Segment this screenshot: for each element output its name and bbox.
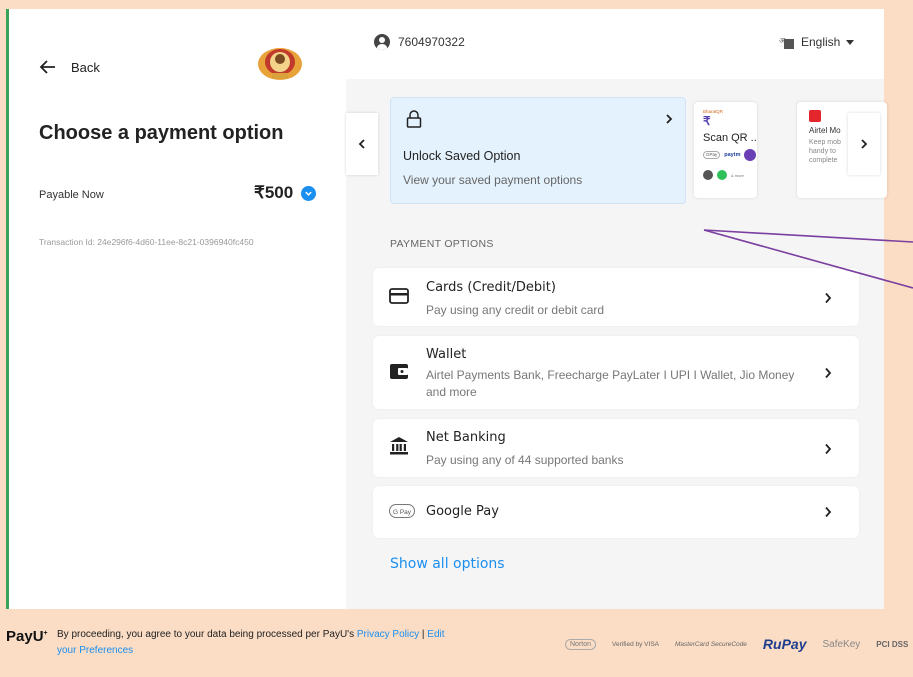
option-description: Airtel Payments Bank, Freecharge PayLate… bbox=[426, 368, 795, 399]
option-title: Wallet bbox=[426, 347, 467, 362]
security-badges: Norton Verified by VISA MasterCard Secur… bbox=[565, 636, 908, 652]
gpay-badge-text: G Pay bbox=[393, 509, 412, 516]
chevron-right-icon bbox=[825, 443, 832, 455]
arrow-left-icon bbox=[39, 60, 55, 74]
user-icon bbox=[374, 34, 390, 50]
payable-label: Payable Now bbox=[39, 189, 104, 201]
rupay-badge: RuPay bbox=[762, 636, 807, 652]
mastercard-securecode-badge: MasterCard SecureCode bbox=[675, 640, 747, 648]
airtel-logo-icon bbox=[809, 110, 821, 122]
unlock-saved-option-card[interactable]: Unlock Saved Option View your saved paym… bbox=[390, 97, 686, 204]
option-description: Pay using any of 44 supported banks bbox=[426, 453, 624, 467]
back-label: Back bbox=[71, 59, 100, 75]
unlock-title: Unlock Saved Option bbox=[403, 149, 521, 163]
chevron-right-icon bbox=[825, 506, 832, 518]
card-icon bbox=[389, 288, 409, 304]
option-title: Cards (Credit/Debit) bbox=[426, 280, 556, 295]
scan-qr-title: Scan QR ... bbox=[703, 132, 757, 144]
bank-icon bbox=[390, 437, 408, 455]
option-title: Google Pay bbox=[426, 504, 499, 519]
gpay-logo: GPay bbox=[703, 151, 721, 159]
bhim-icon bbox=[703, 170, 713, 180]
option-wallet[interactable]: Wallet Airtel Payments Bank, Freecharge … bbox=[373, 336, 859, 409]
payable-amount[interactable]: ₹500 bbox=[254, 183, 317, 203]
option-description: Pay using any credit or debit card bbox=[426, 303, 605, 317]
footer-consent: By proceeding, you agree to your data be… bbox=[57, 627, 457, 659]
option-net-banking[interactable]: Net Banking Pay using any of 44 supporte… bbox=[373, 419, 859, 477]
verified-by-visa-badge: Verified by VISA bbox=[612, 640, 659, 648]
chevron-left-icon bbox=[358, 139, 365, 149]
carousel-prev-button[interactable] bbox=[346, 113, 378, 175]
more-apps-label: & more bbox=[731, 172, 744, 178]
qr-rupee-icon: ₹ bbox=[703, 114, 711, 128]
whatsapp-icon bbox=[717, 170, 727, 180]
phonepe-icon bbox=[744, 149, 757, 161]
carousel-next-button[interactable] bbox=[848, 113, 880, 175]
payment-panel: 7604970322 अ English Unlock Saved Option… bbox=[346, 9, 887, 609]
gpay-icon: G Pay bbox=[389, 504, 415, 518]
wallet-icon bbox=[390, 364, 408, 379]
lock-icon bbox=[406, 110, 422, 128]
top-bar: 7604970322 अ English bbox=[346, 9, 884, 79]
language-selector[interactable]: अ English bbox=[779, 35, 855, 49]
merchant-logo bbox=[258, 48, 302, 80]
unlock-subtitle: View your saved payment options bbox=[403, 173, 583, 187]
show-all-options-link[interactable]: Show all options bbox=[390, 556, 505, 572]
page-title: Choose a payment option bbox=[39, 122, 284, 144]
upi-app-logos-row2: & more bbox=[703, 170, 744, 180]
caret-down-icon bbox=[846, 39, 855, 45]
language-label: English bbox=[801, 35, 841, 49]
chevron-right-icon bbox=[861, 139, 868, 149]
privacy-policy-link[interactable]: Privacy Policy bbox=[357, 629, 419, 640]
back-button[interactable]: Back bbox=[39, 58, 100, 76]
chevron-right-icon bbox=[825, 292, 832, 304]
transaction-id: Transaction Id: 24e296f6-4d60-11ee-8c21-… bbox=[39, 237, 254, 247]
user-info: 7604970322 bbox=[374, 34, 465, 50]
chevron-right-icon bbox=[825, 367, 832, 379]
payu-logo: PayU+ bbox=[6, 628, 48, 645]
airtel-title: Airtel Mo bbox=[809, 126, 841, 135]
payable-value: ₹500 bbox=[254, 183, 294, 202]
upi-app-logos: GPay paytm bbox=[703, 149, 757, 161]
order-summary-panel: Back Choose a payment option Payable Now… bbox=[9, 9, 346, 609]
option-google-pay[interactable]: G Pay Google Pay bbox=[373, 486, 859, 538]
annotation-arrow bbox=[703, 229, 913, 289]
chevron-right-icon bbox=[666, 114, 673, 124]
user-phone: 7604970322 bbox=[398, 35, 465, 49]
translate-icon: अ bbox=[779, 35, 795, 49]
norton-badge: Norton bbox=[565, 638, 597, 650]
paytm-logo: paytm bbox=[724, 152, 741, 158]
consent-text: By proceeding, you agree to your data be… bbox=[57, 629, 357, 640]
safekey-badge: SafeKey bbox=[822, 638, 861, 650]
option-title: Net Banking bbox=[426, 430, 506, 445]
pci-dss-badge: PCI DSS bbox=[876, 639, 909, 649]
chevron-down-icon[interactable] bbox=[301, 185, 317, 201]
scan-qr-card[interactable]: BharatQR ₹ Scan QR ... GPay paytm & more bbox=[694, 102, 757, 198]
payment-options-heading: PAYMENT OPTIONS bbox=[390, 238, 494, 250]
